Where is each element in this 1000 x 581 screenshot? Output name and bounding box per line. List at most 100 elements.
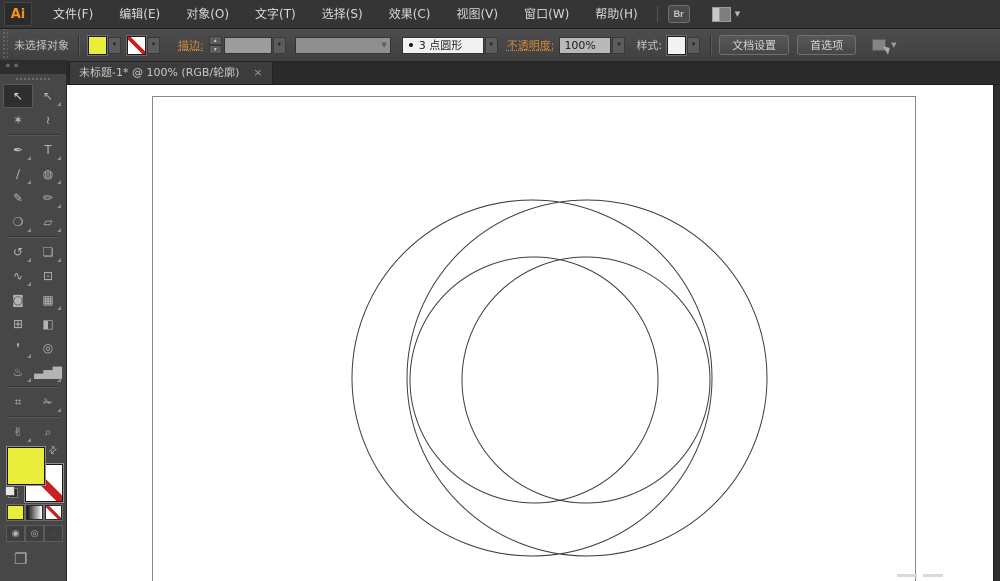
blob-brush-tool[interactable]: ❍	[3, 210, 33, 234]
select-similar-control[interactable]: ▼	[872, 39, 896, 51]
opacity-dropdown-icon[interactable]: ▼	[612, 37, 625, 54]
style-swatch[interactable]	[667, 36, 686, 55]
canvas[interactable]	[67, 85, 1000, 581]
width-profile-dropdown[interactable]: ▼	[295, 37, 391, 54]
column-graph-tool[interactable]: ▃▅▇	[33, 360, 63, 384]
menu-5[interactable]: 选择(S)	[309, 0, 376, 28]
menu-9[interactable]: 帮助(H)	[582, 0, 650, 28]
stroke-width-dropdown-icon[interactable]: ▼	[273, 37, 286, 54]
stroke-width-field[interactable]	[224, 37, 272, 54]
eraser-tool[interactable]: ▱	[33, 210, 63, 234]
flyout-indicator-icon	[57, 408, 61, 412]
free-transform-tool-icon: ⊡	[43, 269, 53, 283]
lasso-tool[interactable]: ≀	[33, 108, 63, 132]
control-bar-grip[interactable]	[1, 29, 8, 61]
chevron-down-icon: ▼	[891, 41, 896, 49]
mesh-tool[interactable]: ⊞	[3, 312, 33, 336]
illustrator-window: Ai 文件(F)编辑(E)对象(O)文字(T)选择(S)效果(C)视图(V)窗口…	[0, 0, 1000, 581]
artboard[interactable]	[152, 96, 916, 581]
hand-tool[interactable]: ✌	[3, 420, 33, 444]
fill-swatch-large[interactable]	[7, 447, 45, 485]
none-button[interactable]	[45, 505, 62, 520]
menu-6[interactable]: 效果(C)	[376, 0, 444, 28]
brush-definition-combo[interactable]: 3 点圆形 ▼	[402, 37, 498, 54]
draw-normal-button[interactable]: ◉	[6, 525, 25, 542]
stepper-down-icon[interactable]: ▼	[209, 45, 222, 54]
opacity-field[interactable]: 100%	[559, 37, 611, 54]
gradient-button[interactable]	[26, 505, 43, 520]
draw-behind-button[interactable]: ◎	[25, 525, 44, 542]
document-tab-bar: 未标题-1* @ 100% (RGB/轮廓) ×	[67, 60, 1000, 85]
menu-7[interactable]: 视图(V)	[443, 0, 511, 28]
menu-4[interactable]: 文字(T)	[242, 0, 309, 28]
workspace-switcher[interactable]: ▼	[712, 7, 740, 22]
drawing-modes-row: ◉◎◌	[0, 522, 66, 544]
fill-color-swatch[interactable]	[88, 36, 107, 55]
zoom-tool[interactable]: ⌕	[33, 420, 63, 444]
direct-selection-tool[interactable]: ↖	[33, 84, 63, 108]
screen-mode-button[interactable]: ❐	[14, 550, 27, 568]
width-tool[interactable]: ∿	[3, 264, 33, 288]
free-transform-tool[interactable]: ⊡	[33, 264, 63, 288]
fill-color-combo[interactable]: ▼	[88, 36, 121, 55]
draw-inside-button[interactable]: ◌	[44, 525, 63, 542]
chevron-down-icon: ▼	[381, 41, 386, 49]
right-dock-edge[interactable]	[993, 85, 1000, 581]
flyout-indicator-icon	[57, 228, 61, 232]
perspective-grid-tool[interactable]: ▦	[33, 288, 63, 312]
brush-preview-dot-icon	[409, 43, 413, 47]
pen-tool[interactable]: ✒	[3, 138, 33, 162]
menu-2[interactable]: 编辑(E)	[106, 0, 173, 28]
collapse-panel-button[interactable]: « «	[0, 60, 66, 74]
stepper-up-icon[interactable]: ▲	[209, 36, 222, 45]
swap-fill-stroke-icon[interactable]: ⇄	[46, 444, 60, 458]
preferences-button[interactable]: 首选项	[797, 35, 856, 55]
menu-3[interactable]: 对象(O)	[173, 0, 242, 28]
pen-tool-icon: ✒	[13, 143, 23, 157]
brush-dropdown-icon[interactable]: ▼	[485, 37, 498, 54]
magic-wand-tool[interactable]: ✶	[3, 108, 33, 132]
style-swatch-combo[interactable]: ▼	[667, 36, 700, 55]
stroke-color-dropdown-icon[interactable]: ▼	[147, 37, 160, 54]
brush-definition-field[interactable]: 3 点圆形	[402, 37, 484, 54]
stroke-none-swatch[interactable]	[127, 36, 146, 55]
ellipse-tool[interactable]: ◍	[33, 162, 63, 186]
flyout-indicator-icon	[27, 282, 31, 286]
menu-1[interactable]: 文件(F)	[40, 0, 106, 28]
stroke-panel-link[interactable]: 描边:	[178, 37, 204, 53]
tab-close-icon[interactable]: ×	[253, 66, 262, 79]
pencil-tool[interactable]: ✏	[33, 186, 63, 210]
fill-color-dropdown-icon[interactable]: ▼	[108, 37, 121, 54]
paintbrush-tool[interactable]: ✎	[3, 186, 33, 210]
opacity-combo[interactable]: 100% ▼	[559, 37, 625, 54]
flyout-indicator-icon	[57, 156, 61, 160]
artboard-tool[interactable]: ⌗	[3, 390, 33, 414]
panel-drag-grip[interactable]	[0, 74, 66, 84]
shape-builder-tool[interactable]: ◙	[3, 288, 33, 312]
scale-tool[interactable]: ❏	[33, 240, 63, 264]
gradient-tool[interactable]: ◧	[33, 312, 63, 336]
rotate-tool[interactable]: ↺	[3, 240, 33, 264]
stroke-width-stepper[interactable]: ▲ ▼	[209, 36, 222, 54]
document-setup-button[interactable]: 文档设置	[719, 35, 789, 55]
stroke-width-combo[interactable]: ▼	[224, 37, 286, 54]
color-button[interactable]	[7, 505, 24, 520]
hand-tool-icon: ✌	[13, 425, 23, 439]
line-segment-tool[interactable]: ∕	[3, 162, 33, 186]
bridge-button[interactable]: Br	[668, 5, 690, 23]
type-tool[interactable]: T	[33, 138, 63, 162]
opacity-panel-link[interactable]: 不透明度:	[507, 37, 555, 53]
style-dropdown-icon[interactable]: ▼	[687, 37, 700, 54]
blend-tool[interactable]: ◎	[33, 336, 63, 360]
menu-8[interactable]: 窗口(W)	[511, 0, 582, 28]
eyedropper-tool[interactable]: ❜	[3, 336, 33, 360]
document-tab[interactable]: 未标题-1* @ 100% (RGB/轮廓) ×	[69, 59, 273, 84]
stroke-color-combo[interactable]: ▼	[127, 36, 160, 55]
symbol-sprayer-tool[interactable]: ♨	[3, 360, 33, 384]
flyout-indicator-icon	[57, 258, 61, 262]
flyout-indicator-icon	[57, 102, 61, 106]
slice-tool[interactable]: ✁	[33, 390, 63, 414]
default-fill-stroke-icon[interactable]	[5, 486, 18, 498]
workspace-layout-icon	[712, 7, 731, 22]
selection-tool[interactable]: ↖	[3, 84, 33, 108]
